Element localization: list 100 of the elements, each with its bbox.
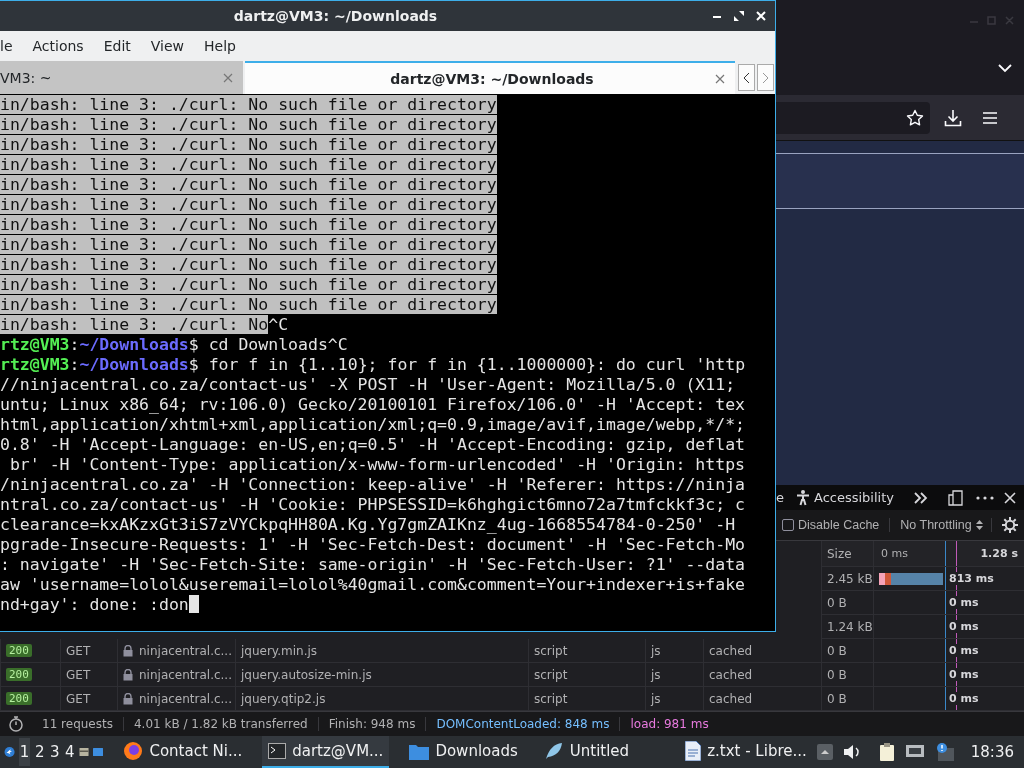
terminal-line: br' -H 'Content-Type: application/x-www-form-urlencoded' -H 'Origin: https — [8, 455, 747, 475]
devtools-tab[interactable]: Accessibility — [796, 489, 906, 506]
network-icon[interactable] — [904, 744, 925, 760]
browser-icon — [123, 741, 144, 761]
lock-icon — [123, 644, 133, 657]
table-cell: GET — [66, 691, 91, 706]
lock-icon — [123, 668, 133, 681]
responsive-design-icon[interactable] — [948, 489, 964, 506]
taskbar-button[interactable]: Contact Ni... — [117, 736, 249, 768]
timing-label: 0 ms — [948, 692, 980, 705]
checkbox-label: Disable Cache — [798, 518, 880, 532]
table-cell: 0 B — [827, 691, 847, 706]
terminal-line: //ninjacentral.co.za/contact-us' -X POST -H 'User-Agent: Mozilla/5.0 (X11; — [0, 375, 737, 395]
terminal-line: aw 'username=lolol&useremail=lolol%40gmail.com&comment=Your+indexer+is+fake — [0, 575, 747, 595]
checkbox[interactable] — [782, 519, 794, 531]
terminal-tab[interactable]: VM3: ~ — [0, 61, 243, 94]
timeline-end-label: 1.28 s — [980, 547, 1018, 560]
terminal-icon — [268, 743, 287, 759]
status-badge: 200 — [6, 668, 32, 681]
feather-icon — [543, 741, 564, 761]
menu-item[interactable]: Actions — [22, 38, 94, 54]
timeline-start-label: 0 ms — [881, 547, 908, 560]
terminal-line: nd+gay': done: :don — [0, 595, 775, 615]
terminal-line: ntral.co.za/contact-us' -H 'Cookie: PHPSESSID=k6hghgict6mno72a7tmfckkf3c; c — [0, 495, 747, 515]
terminal-line: rtz@VM3:~/Downloads$ for f in {1..10}; for f in {1..1000000}: do curl 'http — [0, 355, 747, 375]
menu-item[interactable]: Edit — [93, 38, 141, 54]
terminal-line: /ninjacentral.co.za' -H 'Connection: keep-alive' -H 'Referer: https://ninja — [0, 475, 747, 495]
table-cell: 0 B — [827, 595, 847, 610]
table-cell: script — [534, 691, 568, 706]
menu-item[interactable]: Help — [194, 38, 246, 54]
workspace-button[interactable]: 3 — [49, 738, 61, 766]
clipboard-icon[interactable] — [878, 742, 895, 762]
status-badge: 200 — [6, 692, 32, 705]
column-header[interactable]: Size — [821, 541, 873, 567]
transferred-summary: 4.01 kB / 1.82 kB transferred — [123, 717, 319, 731]
clock: 18:36 — [970, 743, 1014, 761]
window-controls-icon — [970, 16, 1014, 26]
menu-item[interactable]: le — [0, 38, 23, 54]
request-count: 11 requests — [32, 717, 124, 731]
table-cell: script — [534, 667, 568, 682]
terminal-line: clearance=kxAKzxGt3iS7zVYCkpqHH80A.Kg.Yg7gmZAIKnz_4ug-1668554784-0-250' -H — [0, 515, 737, 535]
star-icon[interactable] — [906, 108, 924, 127]
taskbar-button[interactable]: dartz@VM... — [262, 736, 390, 768]
table-cell: ninjacentral.c... — [139, 643, 232, 658]
chevron-right-icon — [762, 71, 769, 84]
table-cell: 0 B — [827, 667, 847, 682]
timing-label: 0 ms — [948, 668, 980, 681]
more-icon[interactable] — [976, 495, 994, 500]
table-cell: script — [534, 643, 568, 658]
workspace-button[interactable]: 2 — [34, 738, 46, 766]
taskbar-button[interactable]: Untitled — [537, 736, 636, 768]
chevron-down-icon[interactable] — [998, 64, 1012, 73]
table-cell: 1.24 kB — [827, 619, 873, 634]
document-icon — [685, 741, 702, 761]
domcontentloaded-time: DOMContentLoaded: 848 ms — [426, 717, 621, 731]
table-cell: jquery.min.js — [241, 643, 318, 658]
folder-icon — [409, 742, 430, 760]
workspace-button[interactable]: 1 — [19, 738, 31, 766]
table-cell: js — [651, 691, 661, 706]
load-time: load: 981 ms — [629, 717, 710, 731]
timing-label: 0 ms — [948, 644, 980, 657]
notification-icon[interactable] — [934, 742, 955, 762]
table-cell: jquery.qtip2.js — [241, 691, 326, 706]
terminal-line: pgrade-Insecure-Requests: 1' -H 'Sec-Fetch-Dest: document' -H 'Sec-Fetch-Mo — [0, 535, 747, 555]
terminal-tab[interactable]: dartz@VM3: ~/Downloads — [245, 61, 735, 94]
table-cell: GET — [66, 643, 91, 658]
devtools-tab[interactable]: e — [776, 490, 796, 505]
status-badge: 200 — [6, 644, 32, 657]
table-cell: 2.45 kB — [827, 571, 873, 586]
download-icon[interactable] — [944, 108, 962, 127]
chevron-left-icon — [743, 71, 750, 84]
terminal-line: html,application/xhtml+xml,application/xml;q=0.9,image/avif,image/webp,*/*; — [0, 415, 747, 435]
menu-item[interactable]: View — [140, 38, 194, 54]
maximize-icon[interactable] — [733, 10, 745, 22]
timing-label: 813 ms — [948, 572, 995, 585]
taskbar-button[interactable]: z.txt - Libre... — [679, 736, 813, 768]
table-cell: js — [651, 667, 661, 682]
workspace-button[interactable]: 4 — [64, 738, 76, 766]
table-cell: ninjacentral.c... — [139, 691, 232, 706]
terminal-line: untu; Linux x86_64; rv:106.0) Gecko/20100101 Firefox/106.0' -H 'Accept: tex — [0, 395, 747, 415]
terminal-line: 0.8' -H 'Accept-Language: en-US,en;q=0.5' -H 'Accept-Encoding: gzip, deflat — [0, 435, 747, 455]
table-cell: jquery.autosize-min.js — [241, 667, 372, 682]
sort-arrows-icon — [975, 520, 983, 530]
table-cell: cached — [709, 691, 753, 706]
scroll-left-button[interactable] — [738, 64, 755, 91]
double-chevron-icon[interactable] — [914, 491, 928, 504]
table-cell: ninjacentral.c... — [139, 667, 232, 682]
accessibility-icon — [796, 489, 810, 506]
lock-icon — [123, 692, 133, 705]
menu-icon[interactable] — [982, 110, 998, 125]
timing-label: 0 ms — [948, 620, 980, 633]
stopwatch-icon[interactable] — [8, 716, 24, 732]
timing-label: 0 ms — [948, 596, 980, 609]
speaker-icon[interactable] — [842, 744, 861, 760]
throttling-select[interactable]: No Throttling — [890, 518, 992, 532]
finish-time: Finish: 948 ms — [318, 717, 427, 731]
table-cell: 0 B — [827, 643, 847, 658]
table-cell: cached — [709, 667, 753, 682]
settings-icon[interactable] — [1001, 517, 1018, 533]
taskbar-button[interactable]: Downloads — [403, 736, 524, 768]
